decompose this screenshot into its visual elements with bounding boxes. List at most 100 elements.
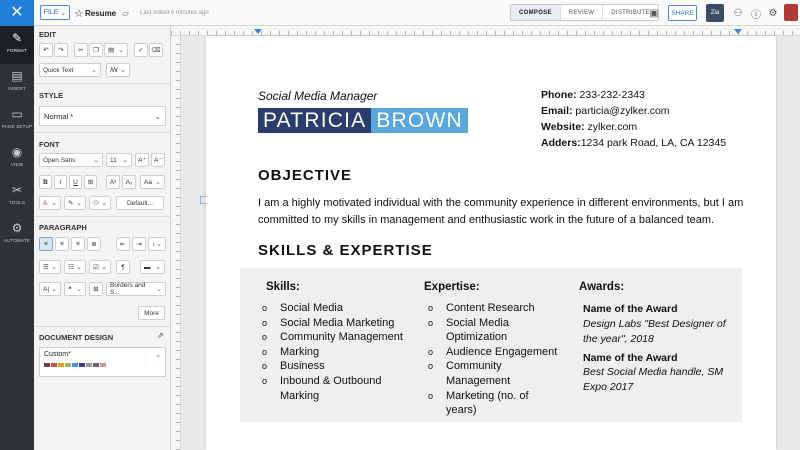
rail-label: VIEW xyxy=(10,162,24,167)
highlight-color-dropdown[interactable]: ✎ xyxy=(64,196,86,210)
bullets-dropdown[interactable]: ☰ xyxy=(39,260,61,274)
font-family-dropdown[interactable]: Open Sans xyxy=(39,153,103,167)
redo-icon[interactable]: ↷ xyxy=(54,43,68,57)
effects-dropdown[interactable]: ⚇ xyxy=(89,196,111,210)
text-direction-dropdown[interactable]: A| xyxy=(39,282,61,296)
external-link-icon[interactable]: ⇗ xyxy=(157,331,164,340)
edit-section-title: EDIT xyxy=(39,30,57,39)
zia-button[interactable]: Zia xyxy=(706,4,724,22)
decrease-indent-icon[interactable]: ⇤ xyxy=(116,237,130,251)
color-swatch xyxy=(44,363,50,367)
list-item: Community Management xyxy=(262,330,412,345)
align-right-icon[interactable]: ≡ xyxy=(71,237,85,251)
style-dropdown[interactable]: Normal * xyxy=(39,106,166,126)
divider xyxy=(34,132,171,133)
document-name[interactable]: Resume xyxy=(85,0,116,26)
rail-page-setup[interactable]: ▭ PAGE SETUP xyxy=(0,102,34,140)
align-left-icon[interactable]: ≡ xyxy=(39,237,53,251)
right-indent-marker[interactable] xyxy=(734,29,742,34)
contact-label: Email: xyxy=(541,105,573,117)
cut-icon[interactable]: ✂ xyxy=(74,43,88,57)
divider xyxy=(34,326,171,327)
first-name: PATRICIA xyxy=(258,108,372,133)
color-swatch xyxy=(86,363,92,367)
superscript-icon[interactable]: A² xyxy=(106,175,120,189)
bold-icon[interactable]: B xyxy=(39,175,52,189)
document-design-title: DOCUMENT DESIGN xyxy=(39,333,114,342)
default-font-button[interactable]: Default... xyxy=(116,196,164,210)
case-dropdown[interactable]: Aa xyxy=(140,175,165,189)
file-label: FILE xyxy=(43,9,59,16)
shading-dropdown[interactable]: ▬ xyxy=(140,260,165,274)
page-break-icon[interactable]: ⊞ xyxy=(89,282,103,296)
undo-icon[interactable]: ↶ xyxy=(39,43,53,57)
document-design-dropdown[interactable]: Custom* xyxy=(39,347,166,377)
list-item: Marking xyxy=(262,345,412,360)
paste-dropdown[interactable]: ▤ xyxy=(104,43,128,57)
font-size-dropdown[interactable]: 11 xyxy=(106,153,132,167)
rail-tools[interactable]: ✂ TOOLS xyxy=(0,178,34,216)
numbering-dropdown[interactable]: ☷ xyxy=(64,260,86,274)
rail-automate[interactable]: ⚙ AUTOMATE xyxy=(0,216,34,254)
color-swatch xyxy=(58,363,64,367)
rail-format[interactable]: ✎ FORMAT xyxy=(0,26,34,64)
settings-icon[interactable]: ⚙ xyxy=(765,5,781,21)
font-size-value: 11 xyxy=(110,156,117,164)
contact-value: parti­cia@zylker.com xyxy=(572,105,670,117)
close-icon[interactable]: ✕ xyxy=(0,0,34,26)
document-page[interactable]: Social Media Manager PATRICIA BROWN Phon… xyxy=(206,36,776,450)
font-color-dropdown[interactable]: A xyxy=(39,196,61,210)
award-title: Name of the Award xyxy=(583,303,678,315)
clear-format-icon[interactable]: ⌫ xyxy=(149,43,163,57)
tab-review[interactable]: REVIEW xyxy=(561,5,604,20)
color-swatch xyxy=(72,363,78,367)
checklist-dropdown[interactable]: ☑ xyxy=(89,260,111,274)
present-icon[interactable]: ▣ xyxy=(646,5,662,21)
underline-icon[interactable]: U xyxy=(69,175,82,189)
star-icon[interactable]: ☆ xyxy=(74,0,84,26)
format-painter-icon[interactable]: ✓ xyxy=(134,43,148,57)
divider xyxy=(34,83,171,84)
objective-heading: OBJECTIVE xyxy=(258,167,353,184)
vertical-ruler[interactable] xyxy=(171,36,181,450)
tab-compose[interactable]: COMPOSE xyxy=(511,5,561,20)
shrink-font-icon[interactable]: A⁻ xyxy=(151,153,165,167)
subscript-icon[interactable]: A₂ xyxy=(122,175,136,189)
format-panel: EDIT ↶ ↷ ✂ ❐ ▤ ✓ ⌫ Quick Text ꟿ STYLE No… xyxy=(34,26,171,450)
highlight-icon[interactable]: ⊞ xyxy=(84,175,97,189)
line-spacing-dropdown[interactable]: ↕ xyxy=(148,237,166,251)
contact-phone: Phone: 233-232-2343 xyxy=(541,89,645,101)
rail-view[interactable]: ◉ VIEW xyxy=(0,140,34,178)
quick-text-dropdown[interactable]: Quick Text xyxy=(39,63,101,77)
eye-icon: ◉ xyxy=(11,145,23,159)
color-swatch xyxy=(65,363,71,367)
horizontal-ruler[interactable] xyxy=(171,26,800,36)
left-indent-marker[interactable] xyxy=(254,29,262,34)
share-button[interactable]: SHARE xyxy=(668,5,697,21)
font-section-title: FONT xyxy=(39,140,60,149)
list-item: Social Media Marketing xyxy=(262,316,412,331)
user-icon[interactable]: ⚇ xyxy=(730,5,746,21)
rail-label: AUTOMATE xyxy=(3,238,31,243)
left-rail: ✕ ✎ FORMAT ▤ INSERT ▭ PAGE SETUP ◉ VIEW … xyxy=(0,0,34,450)
top-bar: FILE ⌄ ☆ Resume ▱ Last edited 6 minutes … xyxy=(34,0,800,26)
increase-indent-icon[interactable]: ⇥ xyxy=(132,237,146,251)
rail-label: PAGE SETUP xyxy=(1,124,33,129)
rail-insert[interactable]: ▤ INSERT xyxy=(0,64,34,102)
italic-icon[interactable]: I xyxy=(54,175,67,189)
list-item: Audience Engagement xyxy=(428,345,558,360)
quote-dropdown[interactable]: ❝ xyxy=(64,282,86,296)
file-menu-button[interactable]: FILE ⌄ xyxy=(40,5,70,20)
justify-icon[interactable]: ≣ xyxy=(87,237,101,251)
skills-label: Skills: xyxy=(266,281,300,293)
pilcrow-icon[interactable]: ¶ xyxy=(116,260,130,274)
align-center-icon[interactable]: ≡ xyxy=(55,237,69,251)
info-icon[interactable]: ⓘ xyxy=(748,5,764,21)
find-replace-dropdown[interactable]: ꟿ xyxy=(106,63,130,77)
copy-icon[interactable]: ❐ xyxy=(89,43,103,57)
grow-font-icon[interactable]: A⁺ xyxy=(135,153,149,167)
more-button[interactable]: More xyxy=(138,306,165,320)
borders-dropdown[interactable]: Borders and S... xyxy=(106,282,166,296)
avatar[interactable] xyxy=(784,4,798,21)
folder-icon[interactable]: ▱ xyxy=(122,0,129,26)
